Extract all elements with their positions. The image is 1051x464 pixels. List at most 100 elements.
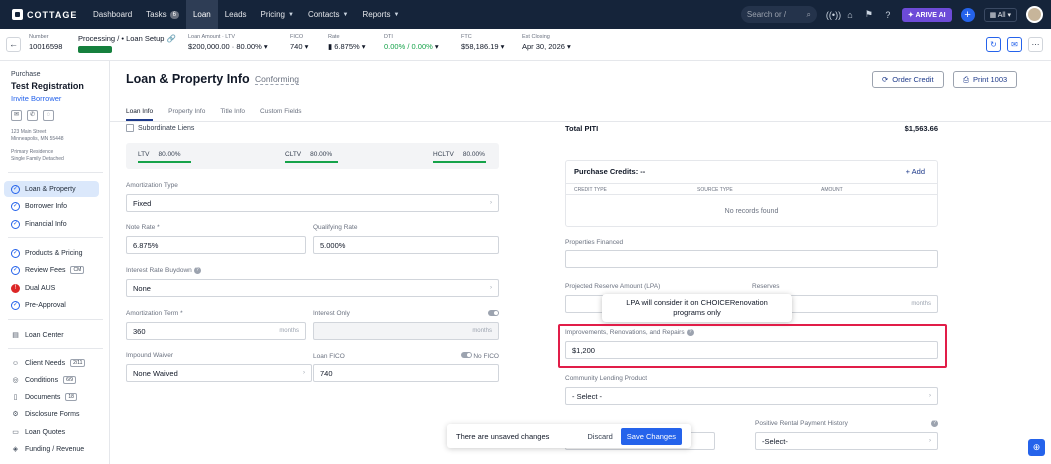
buydown-select[interactable]: None › — [126, 279, 499, 297]
rental-history-select[interactable]: -Select- › — [755, 432, 938, 450]
add-icon[interactable]: + — [960, 7, 975, 22]
no-fico-toggle[interactable] — [460, 352, 472, 358]
rate[interactable]: Rate ▮ 6.875% ▾ — [328, 34, 366, 51]
impound-waiver-select[interactable]: None Waived › — [126, 364, 312, 382]
card-title: Purchase Credits: -- — [574, 167, 646, 176]
tab-property-info[interactable]: Property Info — [168, 108, 205, 121]
add-credit-button[interactable]: + Add — [906, 167, 925, 176]
bank-icon[interactable]: ⌂ — [845, 10, 855, 20]
help-icon[interactable]: ? — [931, 420, 938, 427]
user-avatar[interactable] — [1026, 6, 1043, 23]
chat-icon[interactable]: ◌ — [43, 110, 54, 121]
reserves-label: Reserves — [752, 283, 780, 290]
select-value: None Waived — [133, 368, 178, 378]
amortization-term-input[interactable]: 360 months — [126, 322, 306, 340]
input-value: $1,200 — [572, 345, 595, 355]
nav-tasks[interactable]: Tasks 6 — [139, 0, 186, 29]
refresh-icon[interactable]: ↻ — [986, 37, 1001, 52]
global-search-input[interactable]: Search or / ⌕ — [740, 6, 817, 23]
nav-dashboard[interactable]: Dashboard — [86, 0, 139, 29]
qualifying-rate-input[interactable]: 5.000% — [313, 236, 499, 254]
sidebar-item-financial-info[interactable]: ✓ Financial Info — [4, 216, 99, 232]
unit-label: months — [911, 301, 931, 307]
nav-pricing[interactable]: Pricing ▼ — [254, 0, 301, 29]
loan-fico-input[interactable]: 740 — [313, 364, 499, 382]
est-closing[interactable]: Est Closing Apr 30, 2026 ▾ — [522, 34, 571, 51]
discard-button[interactable]: Discard — [587, 432, 612, 441]
sidebar-item-loan-quotes[interactable]: ▭ Loan Quotes — [4, 424, 99, 440]
checkbox-label: Subordinate Liens — [138, 124, 195, 132]
rental-history-label: Positive Rental Payment History? — [755, 420, 938, 427]
nav-contacts[interactable]: Contacts ▼ — [301, 0, 356, 29]
page-tabs: Loan Info Property Info Title Info Custo… — [126, 108, 302, 121]
more-options-icon[interactable]: ⋯ — [1028, 37, 1043, 52]
help-icon[interactable]: ? — [193, 267, 201, 274]
tab-loan-info[interactable]: Loan Info — [126, 108, 154, 121]
chevron-down-icon: ▾ — [500, 42, 505, 51]
total-piti-value: $1,563.66 — [904, 123, 938, 133]
print-1003-button[interactable]: ⎙ Print 1003 — [953, 71, 1018, 88]
improvements-input[interactable]: $1,200 — [565, 341, 938, 359]
cottage-logo[interactable]: COTTAGE — [12, 9, 86, 20]
label-text: Positive Rental Payment History — [755, 420, 848, 427]
sidebar-item-loan-center[interactable]: ▤ Loan Center — [4, 327, 99, 343]
filter-all-dropdown[interactable]: ▦ All ▾ — [983, 7, 1017, 22]
flag-icon[interactable]: ⚑ — [864, 9, 874, 20]
help-circle-icon[interactable]: ? — [883, 10, 893, 20]
loan-program-link[interactable]: Conforming — [255, 74, 299, 85]
chevron-down-icon: ▼ — [393, 11, 400, 18]
cltv-value: 80.00% — [310, 151, 333, 158]
email-icon[interactable]: ✉ — [11, 110, 22, 121]
amortization-type-select[interactable]: Fixed › — [126, 194, 499, 212]
check-circle-icon: ✓ — [11, 300, 20, 310]
arive-ai-button[interactable]: ✦ ARIVE AI — [901, 7, 952, 22]
back-arrow-icon[interactable]: ← — [6, 37, 21, 52]
input-value: 740 — [320, 368, 333, 378]
save-changes-button[interactable]: Save Changes — [620, 427, 682, 445]
sidebar-item-documents[interactable]: ▯ Documents 18 — [4, 389, 99, 405]
message-icon[interactable]: ✉ — [1007, 37, 1022, 52]
sidebar-item-dual-aus[interactable]: ! Dual AUS — [4, 280, 99, 296]
unit-label: months — [279, 328, 299, 334]
sidebar-item-review-fees[interactable]: ✓ Review Fees CM — [4, 262, 99, 278]
fico[interactable]: FICO 740 ▾ — [290, 34, 308, 51]
nav-reports[interactable]: Reports ▼ — [355, 0, 406, 29]
sidebar-item-products-pricing[interactable]: ✓ Products & Pricing — [4, 245, 99, 261]
tab-title-info[interactable]: Title Info — [220, 108, 245, 121]
help-chat-icon[interactable]: ⊕ — [1028, 439, 1045, 456]
loan-status[interactable]: Processing / • Loan Setup 🔗 — [78, 34, 176, 53]
interest-only-toggle[interactable] — [488, 310, 499, 316]
nav-loan[interactable]: Loan — [185, 0, 218, 29]
subordinate-liens-checkbox[interactable]: Subordinate Liens — [126, 124, 194, 132]
sidebar-item-label: Disclosure Forms — [25, 410, 80, 418]
loan-summary-bar: ← Number 10016598 Processing / • Loan Set… — [0, 29, 1051, 61]
sidebar-item-client-needs[interactable]: ☺ Client Needs 2/11 — [4, 355, 99, 371]
community-lending-select[interactable]: - Select - › — [565, 387, 938, 405]
loan-fico-label: Loan FICO No FICO — [313, 352, 499, 360]
invite-borrower-link[interactable]: Invite Borrower — [11, 94, 61, 103]
loan-number[interactable]: Number 10016598 — [29, 34, 62, 51]
ftc[interactable]: FTC $58,186.19 ▾ — [461, 34, 504, 51]
properties-financed-input[interactable] — [565, 250, 938, 268]
chevron-down-icon: ▾ — [567, 42, 571, 51]
dti[interactable]: DTI 0.00% / 0.00% ▾ — [384, 34, 439, 51]
impound-waiver-label: Impound Waiver — [126, 352, 174, 359]
sidebar-item-disclosure-forms[interactable]: ⚙ Disclosure Forms — [4, 406, 99, 422]
main-content: Loan & Property Info Conforming ⟳ Order C… — [110, 61, 1051, 464]
broadcast-icon[interactable]: ((•)) — [826, 10, 841, 20]
sidebar-item-pre-approval[interactable]: ✓ Pre-Approval — [4, 297, 99, 313]
sidebar-item-borrower-info[interactable]: ✓ Borrower Info — [4, 198, 99, 214]
nav-leads[interactable]: Leads — [218, 0, 254, 29]
order-credit-button[interactable]: ⟳ Order Credit — [872, 71, 944, 88]
phone-icon[interactable]: ✆ — [27, 110, 38, 121]
sidebar-item-conditions[interactable]: ◎ Conditions 6/9 — [4, 372, 99, 388]
tab-custom-fields[interactable]: Custom Fields — [260, 108, 302, 121]
sidebar-item-funding-revenue[interactable]: ◈ Funding / Revenue — [4, 441, 99, 457]
sidebar-item-label: Dual AUS — [25, 284, 56, 292]
chevron-icon: › — [303, 370, 305, 376]
status-progress-fill — [78, 46, 112, 53]
sidebar-item-loan-property[interactable]: ✓ Loan & Property — [4, 181, 99, 197]
note-rate-input[interactable]: 6.875% — [126, 236, 306, 254]
loan-amount[interactable]: Loan Amount · LTV $200,000.00 · 80.00% ▾ — [188, 34, 268, 51]
help-icon[interactable]: ? — [686, 329, 694, 336]
